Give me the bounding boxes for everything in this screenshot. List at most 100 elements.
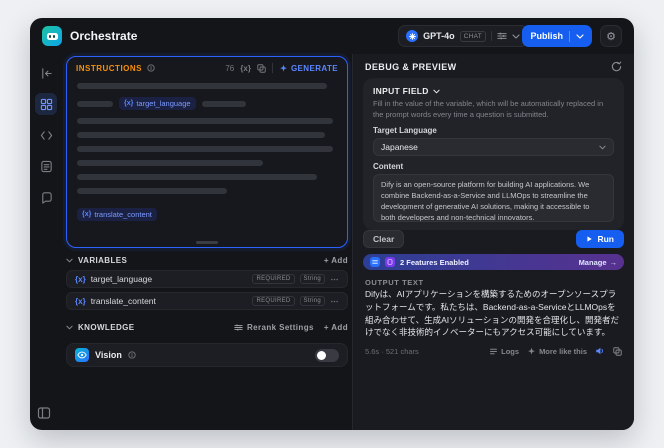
- manage-features-button[interactable]: Manage →: [579, 258, 617, 267]
- model-name: GPT-4o: [423, 31, 455, 41]
- add-knowledge-button[interactable]: + Add: [324, 323, 348, 332]
- model-mode-badge: CHAT: [459, 30, 486, 42]
- variable-chip-label: target_language: [136, 99, 191, 108]
- variable-token: {x}: [75, 274, 86, 284]
- chevron-down-icon[interactable]: [66, 325, 73, 330]
- generate-label: GENERATE: [290, 63, 338, 73]
- exit-app-icon[interactable]: [35, 62, 57, 84]
- prompt-line: [77, 132, 325, 138]
- features-enabled-label: 2 Features Enabled: [400, 257, 469, 267]
- type-badge: String: [299, 296, 325, 306]
- openai-model-icon: [406, 30, 419, 42]
- orchestrate-nav-icon[interactable]: [35, 93, 57, 115]
- generate-button[interactable]: GENERATE: [279, 64, 338, 73]
- logs-button[interactable]: Logs: [489, 347, 519, 356]
- more-options-icon[interactable]: [330, 275, 339, 284]
- chevron-down-icon: [599, 145, 606, 150]
- publish-button[interactable]: Publish: [522, 25, 592, 47]
- output-text: Difyは、AIアプリケーションを構築するためのオープンソースプラットフォームで…: [365, 289, 619, 338]
- feature-icon-2: [385, 257, 395, 267]
- add-variable-button[interactable]: + Add: [324, 256, 348, 265]
- vision-toggle[interactable]: [315, 348, 339, 362]
- output-footer: 5.6s · 521 chars Logs More like this: [365, 346, 622, 356]
- required-badge: REQUIRED: [252, 274, 295, 284]
- run-label: Run: [597, 234, 614, 244]
- eye-icon: [75, 348, 89, 362]
- instructions-title: INSTRUCTIONS: [76, 63, 142, 73]
- prompt-body: {x} target_language {x} translate_conten…: [67, 77, 347, 235]
- info-icon[interactable]: [147, 64, 155, 72]
- target-language-select[interactable]: Japanese: [373, 138, 614, 156]
- chevron-down-icon: [433, 89, 440, 94]
- api-nav-icon[interactable]: [35, 124, 57, 146]
- prompt-line: [77, 188, 227, 194]
- run-button[interactable]: Run: [576, 230, 624, 248]
- more-options-icon[interactable]: [330, 297, 339, 306]
- arrow-right-icon: →: [609, 257, 618, 267]
- variables-title: VARIABLES: [78, 256, 128, 265]
- input-field-title: INPUT FIELD: [373, 86, 429, 96]
- annotation-nav-icon[interactable]: [35, 186, 57, 208]
- variable-chip-label: translate_content: [94, 210, 152, 219]
- content-label: Content: [373, 162, 404, 171]
- app-logo-icon: [42, 26, 62, 46]
- output-text-title: OUTPUT TEXT: [365, 278, 424, 287]
- instructions-editor[interactable]: INSTRUCTIONS 76 {x} GENERATE {x} target_…: [66, 56, 348, 248]
- speaker-icon[interactable]: [595, 346, 605, 356]
- collapse-panel-icon[interactable]: [37, 406, 51, 420]
- copy-icon[interactable]: [613, 346, 622, 356]
- prompt-line: [201, 100, 246, 107]
- char-count: 76: [225, 63, 235, 73]
- model-selector[interactable]: GPT-4o CHAT: [398, 25, 528, 47]
- divider: [569, 30, 570, 42]
- knowledge-section-header: KNOWLEDGE Rerank Settings + Add: [66, 323, 348, 332]
- more-like-this-label: More like this: [539, 346, 587, 356]
- debug-preview-panel: DEBUG & PREVIEW INPUT FIELD Fill in the …: [352, 54, 634, 430]
- prompt-line: [77, 118, 333, 124]
- knowledge-title: KNOWLEDGE: [78, 323, 135, 332]
- content-textarea[interactable]: Dify is an open-source platform for buil…: [373, 174, 614, 222]
- copy-icon[interactable]: [257, 63, 266, 73]
- variable-name: target_language: [90, 274, 153, 284]
- chevron-down-icon: [576, 33, 584, 39]
- variable-row-translate-content[interactable]: {x} translate_content REQUIRED String: [66, 292, 348, 310]
- variable-chip-translate-content[interactable]: {x} translate_content: [77, 208, 157, 221]
- feature-icon-1: [370, 257, 380, 267]
- variable-chip-target-language[interactable]: {x} target_language: [119, 97, 196, 110]
- output-meta: 5.6s · 521 chars: [365, 346, 419, 356]
- publish-label: Publish: [530, 31, 563, 41]
- type-badge: String: [299, 274, 325, 284]
- app-window: Orchestrate GPT-4o CHAT Publish ⚙ INSTRU…: [30, 18, 634, 430]
- input-field-card: INPUT FIELD Fill in the value of the var…: [363, 78, 624, 230]
- more-like-this-button[interactable]: More like this: [527, 347, 587, 356]
- toggle-knob: [317, 350, 326, 360]
- robot-face-icon: [46, 32, 58, 40]
- refresh-icon[interactable]: [611, 61, 622, 72]
- input-field-description: Fill in the value of the variable, which…: [373, 99, 604, 119]
- manage-label: Manage: [578, 257, 607, 267]
- prompt-line: [77, 83, 327, 89]
- resize-handle[interactable]: [196, 241, 218, 244]
- logs-nav-icon[interactable]: [35, 155, 57, 177]
- model-settings-icon[interactable]: [497, 31, 507, 41]
- rerank-settings-label: Rerank Settings: [246, 323, 314, 332]
- chevron-down-icon[interactable]: [66, 258, 73, 263]
- model-expand-icon[interactable]: [512, 33, 520, 39]
- debug-preview-title: DEBUG & PREVIEW: [365, 62, 457, 72]
- variable-token: {x}: [124, 100, 134, 107]
- settings-button[interactable]: ⚙: [600, 25, 622, 47]
- rerank-settings-button[interactable]: Rerank Settings: [234, 323, 314, 332]
- insert-variable-icon[interactable]: {x}: [240, 64, 251, 73]
- vision-feature-row: Vision: [66, 343, 348, 367]
- features-enabled-bar[interactable]: 2 Features Enabled Manage →: [363, 254, 624, 270]
- divider: [491, 31, 492, 41]
- variable-token: {x}: [82, 211, 92, 218]
- prompt-line: [77, 100, 113, 107]
- clear-button[interactable]: Clear: [363, 230, 405, 248]
- variable-row-target-language[interactable]: {x} target_language REQUIRED String: [66, 270, 348, 288]
- info-icon[interactable]: [128, 351, 136, 359]
- input-field-header[interactable]: INPUT FIELD: [373, 86, 614, 96]
- top-bar: Orchestrate GPT-4o CHAT Publish ⚙: [30, 18, 634, 54]
- required-badge: REQUIRED: [252, 296, 295, 306]
- target-language-value: Japanese: [381, 142, 418, 152]
